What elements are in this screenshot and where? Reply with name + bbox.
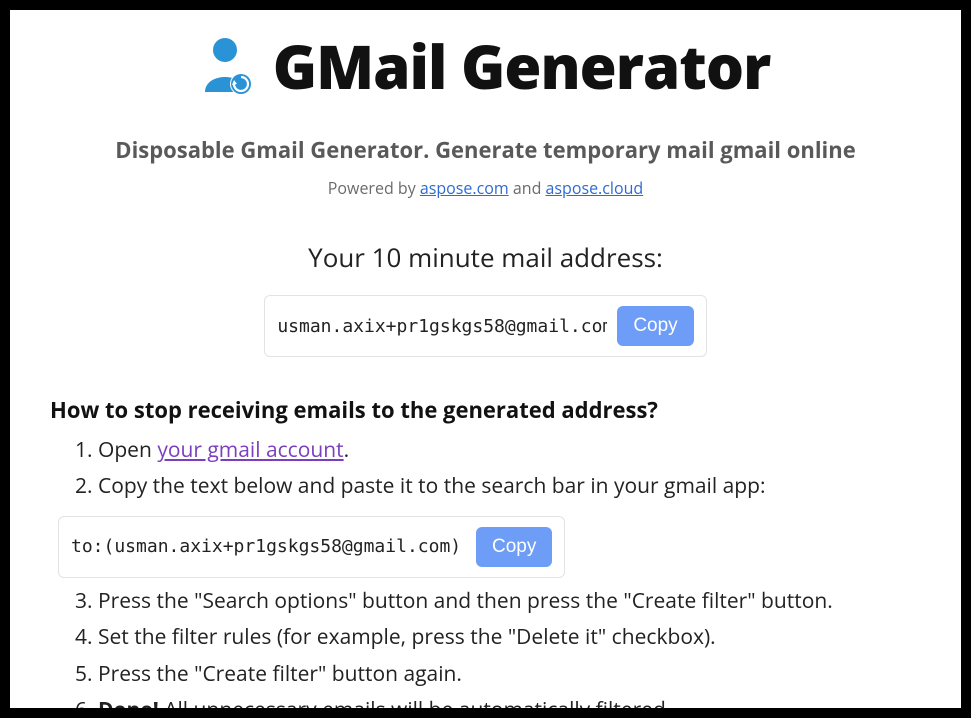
step-1: Open your gmail account. — [98, 435, 931, 465]
step-6: Done! All unnecessary emails will be aut… — [98, 695, 931, 708]
aspose-com-link[interactable]: aspose.com — [420, 177, 509, 199]
copy-email-button[interactable]: Copy — [617, 306, 693, 346]
powered-by: Powered by aspose.com and aspose.cloud — [40, 177, 931, 199]
step-2: Copy the text below and paste it to the … — [98, 471, 931, 577]
email-copy-box: Copy — [264, 295, 706, 357]
aspose-cloud-link[interactable]: aspose.cloud — [546, 177, 644, 199]
step1-suffix: . — [344, 436, 350, 464]
step-3: Press the "Search options" button and th… — [98, 586, 931, 616]
step-5: Press the "Create filter" button again. — [98, 659, 931, 689]
your-address-label: Your 10 minute mail address: — [40, 239, 931, 275]
page-subtitle: Disposable Gmail Generator. Generate tem… — [40, 135, 931, 165]
powered-prefix: Powered by — [328, 177, 420, 199]
generated-email-input[interactable] — [277, 316, 607, 337]
step6-done: Done! — [98, 696, 159, 708]
filter-copy-box: Copy — [58, 516, 565, 578]
page-container: GMail Generator Disposable Gmail Generat… — [10, 10, 961, 708]
powered-and: and — [509, 177, 546, 199]
filter-query-input[interactable] — [71, 536, 466, 557]
title-row: GMail Generator — [40, 25, 931, 107]
step-4: Set the filter rules (for example, press… — [98, 622, 931, 652]
user-refresh-icon — [201, 36, 255, 96]
step6-rest: All unnecessary emails will be automatic… — [159, 696, 672, 708]
gmail-account-link[interactable]: your gmail account — [157, 436, 343, 464]
steps-list: Open your gmail account. Copy the text b… — [98, 435, 931, 708]
howto-heading: How to stop receiving emails to the gene… — [50, 395, 931, 425]
step1-prefix: Open — [98, 436, 157, 464]
page-title: GMail Generator — [273, 25, 771, 107]
step2-text: Copy the text below and paste it to the … — [98, 472, 766, 500]
copy-filter-button[interactable]: Copy — [476, 527, 552, 567]
